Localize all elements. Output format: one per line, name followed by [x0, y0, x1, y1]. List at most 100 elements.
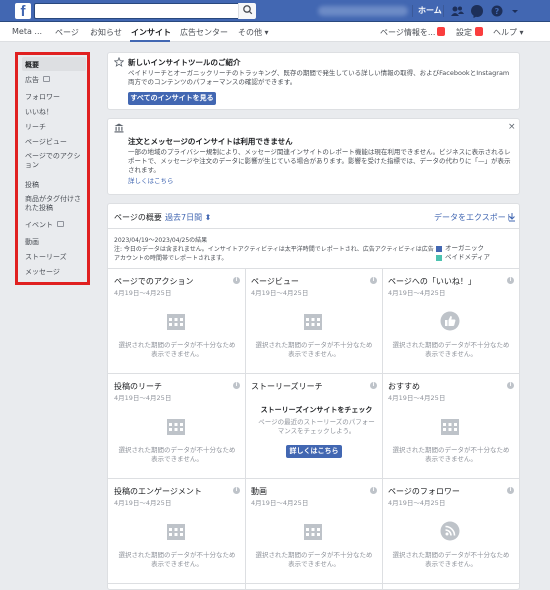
no-data-message: 選択された期間のデータが不十分なため表示できません。 [255, 341, 373, 358]
info-icon[interactable]: i [507, 277, 514, 284]
calendar-icon [304, 314, 322, 330]
organic-legend-label: オーガニック [445, 244, 484, 252]
info-icon[interactable]: i [507, 487, 514, 494]
tile-title[interactable]: ページビュー [251, 276, 299, 287]
sidebar-item-label: イベント [25, 221, 53, 229]
overview-card: ページの概要 過去7日間 ⬍ データをエクスポート 2023/04/19～202… [107, 203, 520, 590]
divider [412, 5, 413, 17]
profile-name[interactable] [318, 6, 408, 16]
sidebar-item-ads[interactable]: 広告 [25, 75, 50, 85]
plus-icon [43, 76, 50, 82]
stories-learn-more-button[interactable]: 詳しくはこちら [286, 445, 342, 458]
notification-badge [475, 27, 483, 36]
no-data-message: 選択された期間のデータが不十分なため表示できません。 [392, 446, 510, 463]
tab-more[interactable]: その他 ▾ [238, 27, 269, 38]
no-data-message: 選択された期間のデータが不十分なため表示できません。 [118, 341, 236, 358]
tile-date: 4月19日～4月25日 [114, 289, 172, 297]
notice-card: 注文とメッセージのインサイトは利用できません 一部の地域のプライバシー規制により… [107, 118, 520, 195]
divider [108, 228, 519, 229]
calendar-icon [167, 524, 185, 540]
divider [245, 268, 246, 590]
sidebar-item-likes[interactable]: いいね！ [25, 107, 53, 117]
tab-more-label: その他 [238, 28, 262, 37]
chevron-down-icon[interactable] [508, 3, 522, 19]
tile-title[interactable]: ストーリーズリーチ [251, 381, 323, 392]
tab-page-info[interactable]: ページ情報を... [380, 27, 435, 38]
sidebar-item-posts[interactable]: 投稿 [25, 180, 39, 190]
info-icon[interactable]: i [507, 382, 514, 389]
plus-icon [57, 221, 64, 227]
tile-date: 4月19日～4月25日 [388, 289, 446, 297]
paid-legend-swatch [436, 255, 442, 261]
tab-meta[interactable]: Meta ... [12, 27, 42, 36]
tile-title[interactable]: 投稿のエンゲージメント [114, 486, 202, 497]
no-data-message: 選択された期間のデータが不十分なため表示できません。 [255, 551, 373, 568]
sidebar-item-stories[interactable]: ストーリーズ [25, 252, 67, 262]
stories-cta-text: ページの最近のストーリーズのパフォーマンスをチェックしよう。 [258, 418, 375, 435]
tab-help[interactable]: ヘルプ ▾ [493, 27, 524, 38]
tab-insights[interactable]: インサイト [131, 27, 171, 38]
sidebar-item-tagged-products[interactable]: 商品がタグ付けされた投稿 [25, 195, 85, 213]
intro-title: 新しいインサイトツールのご紹介 [128, 58, 241, 67]
messenger-icon[interactable] [470, 3, 484, 19]
active-tab-indicator [130, 40, 170, 42]
info-icon[interactable]: i [370, 382, 377, 389]
divider [108, 478, 519, 479]
see-all-insights-button[interactable]: すべてのインサイトを見る [128, 92, 216, 105]
home-link[interactable]: ホーム [418, 5, 442, 16]
download-icon[interactable] [508, 212, 516, 222]
tile-title[interactable]: おすすめ [388, 381, 420, 392]
overview-title: ページの概要 [114, 213, 162, 222]
sidebar-item-videos[interactable]: 動画 [25, 237, 39, 247]
tab-help-label: ヘルプ [493, 28, 517, 37]
sidebar-item-reach[interactable]: リーチ [25, 122, 46, 132]
info-icon[interactable]: i [370, 277, 377, 284]
tab-page[interactable]: ページ [55, 27, 79, 38]
no-data-message: 選択された期間のデータが不十分なため表示できません。 [392, 341, 510, 358]
search-input[interactable] [34, 3, 256, 19]
no-data-message: 選択された期間のデータが不十分なため表示できません。 [118, 551, 236, 568]
intro-body: ペイドリーチとオーガニックリーチのトラッキング、既存の期間で発生している詳しい情… [128, 69, 510, 86]
tab-notifications[interactable]: お知らせ [90, 27, 122, 38]
divider [108, 583, 519, 584]
top-bar: f ホーム ? [0, 0, 550, 22]
facebook-logo[interactable]: f [15, 3, 31, 19]
tile-title[interactable]: ページでのアクション [114, 276, 193, 287]
info-icon[interactable]: i [233, 382, 240, 389]
sidebar-item-page-actions[interactable]: ページでのアクション [25, 152, 85, 170]
close-icon[interactable]: × [508, 122, 516, 132]
stories-cta-title: ストーリーズインサイトをチェック [260, 406, 373, 414]
timezone-note: 注: 今日のデータは含まれません。インサイトアクティビティは太平洋時間でレポート… [114, 246, 434, 262]
info-icon[interactable]: i [233, 487, 240, 494]
tile-title[interactable]: ページへの「いいね！」 [388, 276, 476, 287]
no-data-message: 選択された期間のデータが不十分なため表示できません。 [118, 446, 236, 463]
rss-icon [440, 521, 460, 541]
search-button[interactable] [238, 3, 256, 19]
export-data-link[interactable]: データをエクスポート [434, 212, 514, 223]
tile-title[interactable]: 動画 [251, 486, 267, 497]
tile-title[interactable]: ページのフォロワー [388, 486, 460, 497]
insights-sidebar: 概要 広告 フォロワー いいね！ リーチ ページビュー ページでのアクション 投… [15, 52, 90, 285]
calendar-icon [441, 419, 459, 435]
sidebar-item-messages[interactable]: メッセージ [25, 267, 60, 277]
like-icon [440, 311, 460, 331]
tile-date: 4月19日～4月25日 [114, 394, 172, 402]
friends-icon[interactable] [450, 3, 464, 19]
help-icon[interactable]: ? [490, 3, 504, 19]
sidebar-item-page-views[interactable]: ページビュー [25, 137, 67, 147]
tab-ad-center[interactable]: 広告センター [180, 27, 228, 38]
tile-date: 4月19日～4月25日 [114, 499, 172, 507]
info-icon[interactable]: i [233, 277, 240, 284]
info-icon[interactable]: i [370, 487, 377, 494]
bank-icon [114, 123, 124, 133]
sidebar-item-events[interactable]: イベント [25, 220, 64, 230]
page-nav: Meta ... ページ お知らせ インサイト 広告センター その他 ▾ ページ… [0, 22, 550, 42]
date-range-dropdown[interactable]: 過去7日間 ⬍ [165, 212, 211, 223]
tab-settings[interactable]: 設定 [456, 27, 472, 38]
sidebar-item-overview[interactable]: 概要 [22, 57, 86, 71]
calendar-icon [167, 314, 185, 330]
star-icon [114, 57, 124, 67]
tile-title[interactable]: 投稿のリーチ [114, 381, 162, 392]
learn-more-link[interactable]: 詳しくはこちら [128, 177, 174, 186]
sidebar-item-followers[interactable]: フォロワー [25, 92, 60, 102]
